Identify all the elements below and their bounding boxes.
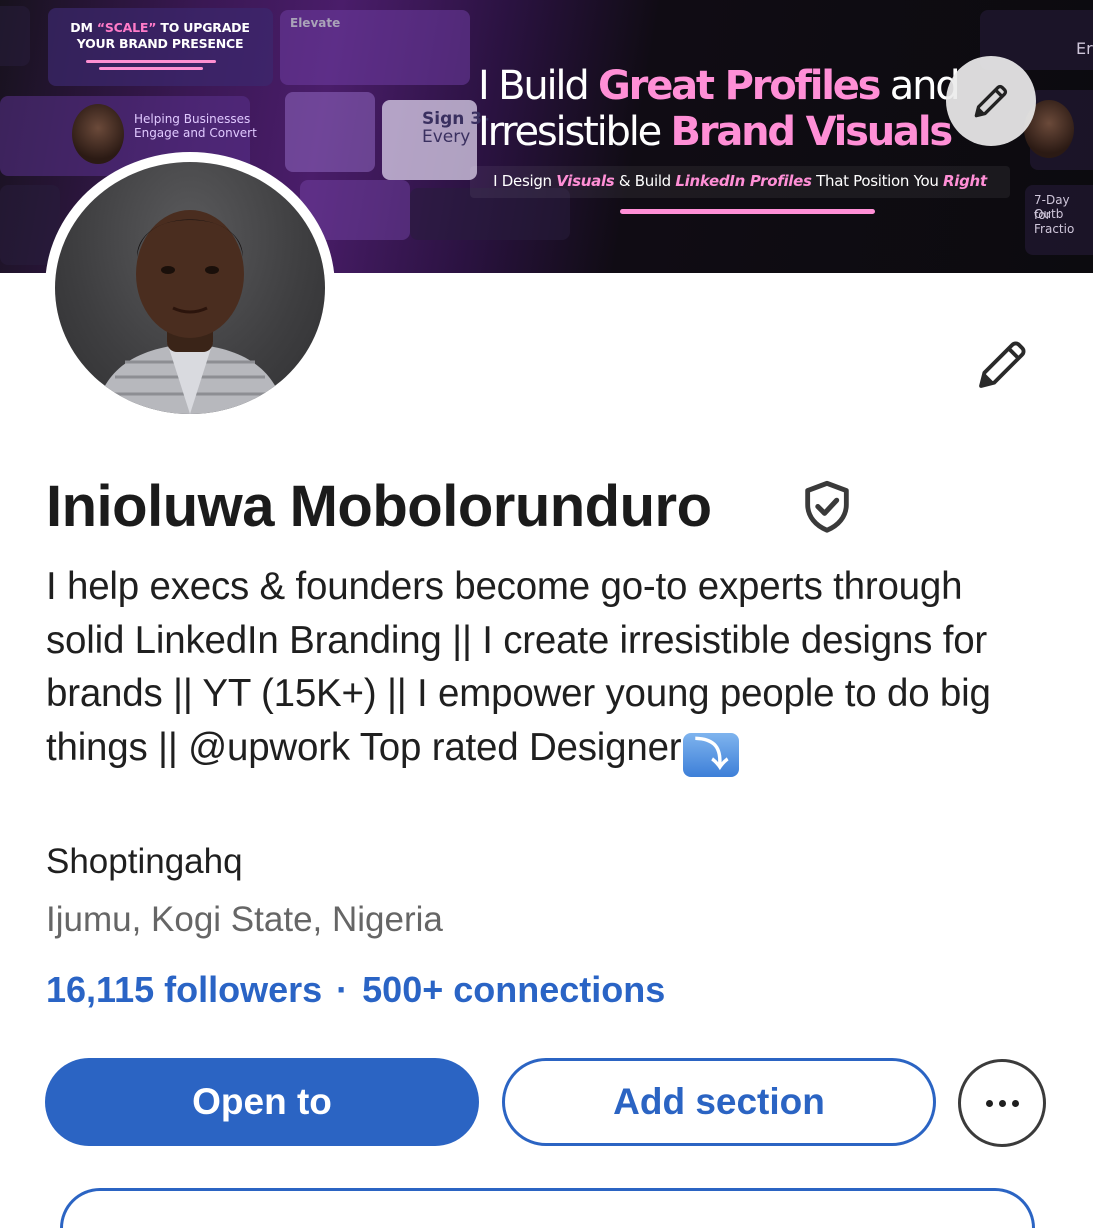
cover-headline-highlight: Brand Visuals [670,109,954,155]
cover-headline-highlight: Great Profiles [598,63,881,109]
profile-name: Inioluwa Mobolorunduro [46,474,712,539]
add-section-button[interactable]: Add section [502,1058,936,1146]
cover-side-text: Every [422,127,471,147]
cover-pink-underline [620,209,875,214]
cover-dm-text: TO UPGRADE [156,20,250,35]
cover-dm-text: DM [70,20,97,35]
avatar [55,161,325,414]
cover-dm-underline [86,60,216,74]
more-horizontal-icon-dot [985,1099,993,1107]
open-to-button[interactable]: Open to [45,1058,479,1146]
cover-tile [0,6,30,66]
cover-side-text: Er [1076,39,1093,58]
more-options-button[interactable] [958,1059,1046,1147]
cover-headline-text: Irresistible [478,109,671,155]
verified-shield-icon[interactable] [798,478,856,536]
cover-side-text: Helping Businesses [134,112,251,126]
cover-subline-text: & Build [614,172,676,190]
cover-headline-text: I Build [478,63,599,109]
followers-link[interactable]: 16,115 followers [46,969,322,1010]
profile-headline-text: I help execs & founders become go-to exp… [46,565,991,769]
cover-subline-highlight: Visuals [556,172,615,190]
cover-subline: I Design Visuals & Build LinkedIn Profil… [470,166,1010,198]
profile-headline: I help execs & founders become go-to exp… [46,560,1046,777]
edit-cover-button[interactable] [946,56,1036,146]
profile-stats: 16,115 followers · 500+ connections [46,966,665,1014]
verified-shield-svg [805,480,849,533]
cover-subline-highlight: LinkedIn Profiles [675,172,812,190]
stats-separator: · [336,969,349,1010]
connections-link[interactable]: 500+ connections [362,969,665,1010]
cover-dm-callout: DM “SCALE” TO UPGRADE YOUR BRAND PRESENC… [60,20,260,52]
cover-subline-text: That Position You [811,172,944,190]
pencil-icon [974,84,1008,118]
more-horizontal-icon-dot [998,1099,1006,1107]
pencil-icon [979,341,1026,388]
cover-headline-line2: Irresistible Brand Visuals [478,109,954,155]
cover-headline-line1: I Build Great Profiles and [478,63,961,109]
cover-subline-text: I Design [493,172,557,190]
profile-company[interactable]: Shoptingahq [46,838,243,886]
arrow-down-emoji-icon: ⤵ [683,732,740,777]
profile-photo[interactable] [45,152,335,423]
more-horizontal-icon-dot [1011,1099,1019,1107]
next-button-edge[interactable] [60,1188,1035,1228]
person-portrait-icon [95,209,285,414]
cover-subline-highlight: Right [943,172,987,190]
cover-tile [285,92,375,172]
cover-dm-keyword: “SCALE” [96,20,157,35]
profile-location: Ijumu, Kogi State, Nigeria [46,900,443,939]
cover-side-text: Elevate [290,16,341,30]
cover-face [72,104,124,164]
cover-side-text: Engage and Convert [134,126,257,140]
cover-side-text: for Fractio [1034,208,1075,236]
cover-dm-text: YOUR BRAND PRESENCE [76,36,244,51]
edit-intro-button[interactable] [972,333,1034,395]
